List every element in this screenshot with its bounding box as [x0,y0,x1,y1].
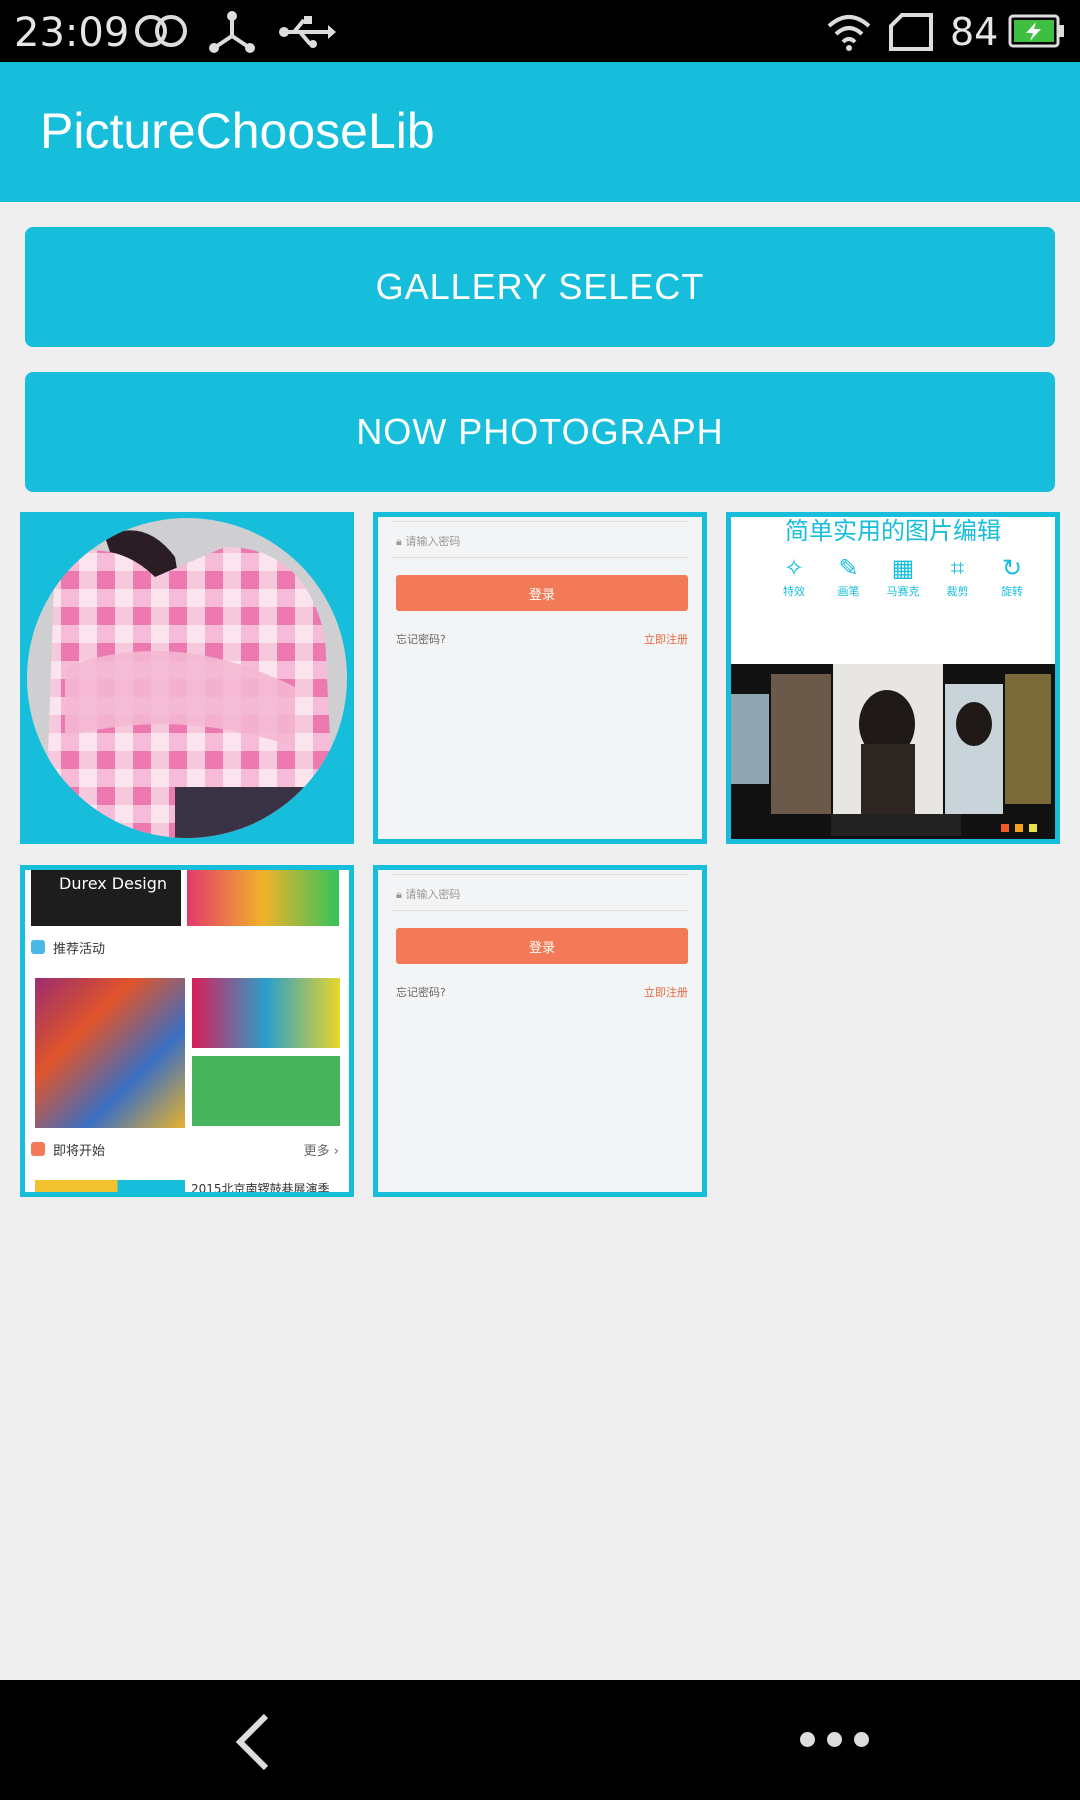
mosaic-icon: ▦ [891,554,915,582]
tool-mosaic: ▦ 马赛克 [880,553,926,599]
event-thumb [35,1180,185,1192]
rotate-icon: ↻ [1001,554,1023,582]
forgot-password-text: 忘记密码? [396,633,446,646]
login-button-preview: 登录 [396,575,688,611]
thumbnail-app-screenshot[interactable]: Durex Design 推荐活动 即将开始 更多 › 2015北京南锣鼓巷展演… [20,865,354,1197]
forgot-password-text: 忘记密码? [396,986,446,999]
thumbnail-login-screenshot[interactable]: 🔒︎ 请输入密码 登录 忘记密码? 立即注册 [373,512,707,844]
status-bar: 23:09 84 [0,0,1080,62]
more-link: 更多 › [303,1144,339,1159]
tool-rotate: ↻ 旋转 [989,553,1035,599]
divider [392,874,688,875]
tool-label: 旋转 [1001,585,1023,598]
section-recommended: 推荐活动 [53,942,106,957]
thumbnail-login-screenshot[interactable]: 🔒︎ 请输入密码 登录 忘记密码? 立即注册 [373,865,707,1197]
lock-icon: 🔒︎ [396,535,402,548]
usb-network-icon [209,11,255,53]
back-icon[interactable] [232,1712,272,1772]
portrait-image [27,518,347,838]
editor-heading: 简单实用的图片编辑 [785,517,1001,545]
app-title: PictureChooseLib [40,103,435,159]
now-photograph-button[interactable]: NOW PHOTOGRAPH [25,372,1055,492]
thumbnail-editor-screenshot[interactable]: 简单实用的图片编辑 ✧ 特效 ✎ 画笔 ▦ 马赛克 ⌗ 裁剪 ↻ 旋转 [726,512,1060,844]
event-title: 2015北京南锣鼓巷展演季 [191,1182,330,1196]
login-button-preview: 登录 [396,928,688,964]
banner-durex: Durex Design [31,870,181,926]
register-text: 立即注册 [644,986,688,999]
divider [392,521,688,522]
usb-icon [279,16,336,48]
app-bar: PictureChooseLib [0,62,1080,202]
divider [392,910,688,911]
banner-event [187,870,339,926]
gallery-select-button[interactable]: GALLERY SELECT [25,227,1055,347]
editor-tools: ✧ 特效 ✎ 画笔 ▦ 马赛克 ⌗ 裁剪 ↻ 旋转 [771,553,1035,599]
tool-effects: ✧ 特效 [771,553,817,599]
section-icon [31,940,45,954]
promo-image-3 [192,1056,340,1126]
tool-crop: ⌗ 裁剪 [935,553,981,599]
more-icon[interactable] [800,1732,869,1747]
tool-label: 马赛克 [886,585,920,598]
thumbnail-portrait[interactable] [20,512,354,844]
dual-circle-icon [135,15,187,47]
editor-preview [731,664,1055,839]
password-row: 🔒︎ 请输入密码 [396,886,688,902]
tool-label: 画笔 [837,585,860,598]
magic-wand-icon: ✧ [783,554,805,582]
promo-image-2 [192,978,340,1048]
banner-durex-text: Durex Design [59,874,168,893]
divider [392,557,688,558]
crop-icon: ⌗ [950,554,965,582]
sim-icon [889,13,933,51]
navigation-bar [0,1680,1080,1800]
status-time: 23:09 [14,10,130,56]
register-text: 立即注册 [644,633,688,646]
tool-label: 裁剪 [946,585,969,598]
password-placeholder: 请输入密码 [405,888,461,901]
editor-photo-strip [731,664,1051,836]
wifi-icon [827,15,871,51]
password-placeholder: 请输入密码 [405,535,461,548]
tool-brush: ✎ 画笔 [826,553,872,599]
battery-level: 84 [950,10,999,54]
brush-icon: ✎ [838,554,859,582]
password-row: 🔒︎ 请输入密码 [396,533,688,549]
battery-charging-icon [1008,14,1064,48]
section-upcoming: 即将开始 [53,1144,106,1159]
lock-icon: 🔒︎ [396,888,402,901]
promo-image-1 [35,978,185,1128]
tool-label: 特效 [783,585,805,598]
section-icon [31,1142,45,1156]
